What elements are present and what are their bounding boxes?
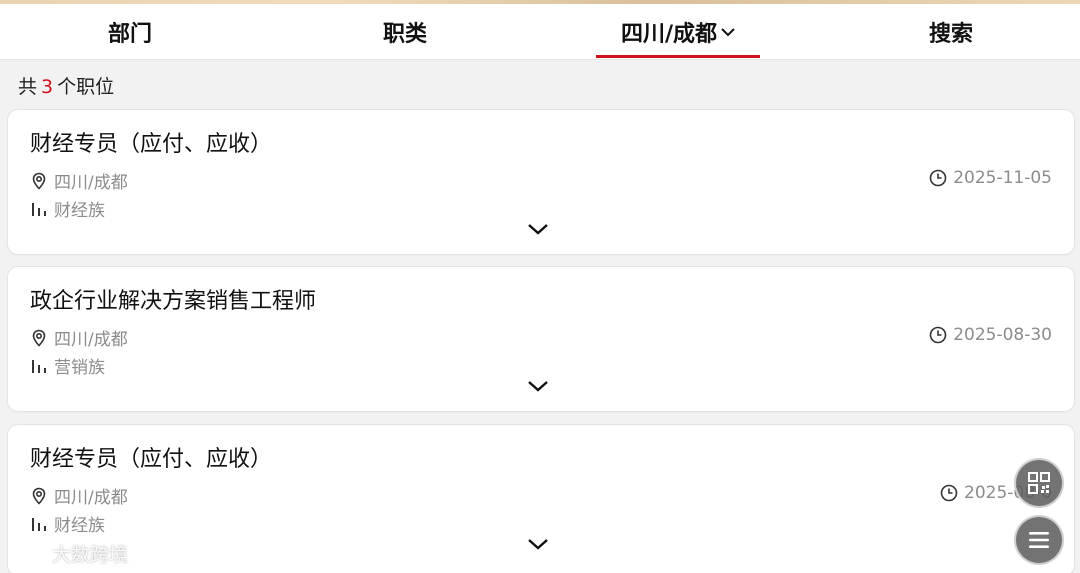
filter-tab-bar: 部门 职类 四川/成都 搜索: [0, 4, 1080, 60]
job-card[interactable]: 财经专员（应付、应收） 四川/成都 财经族 2025-08-0: [8, 425, 1074, 573]
job-category-text: 财经族: [54, 201, 105, 221]
job-date: 2025-08-30: [929, 325, 1052, 345]
job-date-text: 2025-08-30: [953, 325, 1052, 345]
job-location: 四川/成都: [30, 325, 128, 350]
job-title[interactable]: 财经专员（应付、应收）: [30, 126, 272, 158]
expand-button[interactable]: [525, 535, 551, 553]
job-card[interactable]: 政企行业解决方案销售工程师 四川/成都 营销族 2025-08-30: [8, 267, 1074, 411]
tab-location[interactable]: 四川/成都: [540, 4, 816, 60]
job-title[interactable]: 政企行业解决方案销售工程师: [30, 283, 316, 315]
result-count-suffix: 个职位: [57, 76, 115, 98]
qr-code-button[interactable]: [1016, 460, 1062, 506]
chevron-down-icon: [528, 539, 548, 550]
qr-code-icon: [1028, 472, 1050, 494]
tab-search-label: 搜索: [928, 22, 973, 47]
bar-chart-icon: [30, 200, 48, 218]
bar-chart-icon: [30, 515, 48, 533]
tab-location-label: 四川/成都: [620, 22, 718, 47]
job-category-text: 营销族: [54, 358, 105, 378]
job-date: 2025-11-05: [929, 168, 1052, 188]
job-location-text: 四川/成都: [54, 330, 128, 350]
result-count: 共 3 个职位: [18, 72, 114, 99]
tab-job-category[interactable]: 职类: [270, 4, 540, 60]
clock-icon: [940, 484, 958, 502]
expand-button[interactable]: [525, 220, 551, 238]
clock-icon: [929, 169, 947, 187]
chevron-down-icon: [528, 381, 548, 392]
watermark: 大数跨境: [10, 540, 128, 567]
job-location-text: 四川/成都: [54, 488, 128, 508]
active-tab-indicator: [596, 55, 760, 58]
watermark-text: 大数跨境: [52, 544, 129, 566]
job-title[interactable]: 财经专员（应付、应收）: [30, 441, 272, 473]
tab-job-category-label: 职类: [382, 22, 427, 47]
chevron-down-icon: [528, 224, 548, 235]
location-pin-icon: [30, 487, 48, 505]
job-date-text: 2025-11-05: [953, 168, 1052, 188]
tab-department-label: 部门: [107, 22, 152, 47]
tab-department[interactable]: 部门: [0, 4, 260, 60]
job-category-text: 财经族: [54, 516, 105, 536]
bar-chart-icon: [30, 357, 48, 375]
tab-search[interactable]: 搜索: [816, 4, 1080, 60]
chevron-down-icon: [721, 27, 735, 37]
menu-icon: [1029, 532, 1049, 548]
job-category: 财经族: [30, 511, 105, 536]
result-count-prefix: 共: [18, 76, 38, 98]
expand-button[interactable]: [525, 377, 551, 395]
location-pin-icon: [30, 172, 48, 190]
menu-button[interactable]: [1016, 517, 1062, 563]
clock-icon: [929, 326, 947, 344]
result-count-number: 3: [41, 76, 54, 98]
job-category: 财经族: [30, 196, 105, 221]
location-pin-icon: [30, 329, 48, 347]
watermark-logo-icon: [10, 543, 46, 565]
job-card[interactable]: 财经专员（应付、应收） 四川/成都 财经族 2025-11-05: [8, 110, 1074, 254]
job-location: 四川/成都: [30, 483, 128, 508]
job-location-text: 四川/成都: [54, 173, 128, 193]
job-category: 营销族: [30, 353, 105, 378]
job-location: 四川/成都: [30, 168, 128, 193]
